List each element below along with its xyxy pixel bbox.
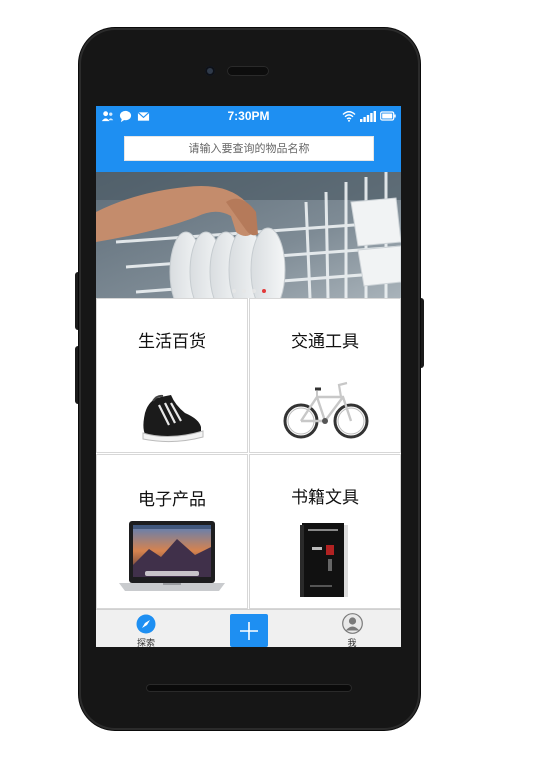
bottom-tab-bar: 探索 我 (96, 609, 401, 647)
tab-me-label: 我 (347, 639, 357, 647)
carousel-dot[interactable] (231, 289, 236, 293)
sneaker-icon (142, 394, 204, 443)
compass-icon (136, 614, 156, 634)
tab-explore-label: 探索 (136, 639, 155, 647)
status-bar: 7:30PM (96, 106, 401, 128)
front-camera (205, 66, 215, 76)
bicycle-icon (283, 381, 369, 439)
category-books-stationery[interactable]: 书籍文具 (249, 454, 401, 609)
bottom-speaker-grille (146, 684, 352, 692)
carousel-dot[interactable] (241, 289, 246, 293)
tab-me[interactable]: 我 (332, 610, 372, 647)
carousel-dot[interactable] (251, 289, 256, 293)
search-input[interactable] (124, 136, 374, 161)
category-grid: 生活百货 交通工具 电子产品 书籍文具 (96, 298, 401, 609)
carousel-dots (96, 289, 401, 293)
carousel-dot-active[interactable] (261, 289, 266, 293)
banner-carousel[interactable] (96, 172, 401, 298)
search-bar (96, 128, 401, 172)
tab-explore[interactable]: 探索 (126, 610, 166, 647)
wifi-icon (342, 111, 356, 122)
book-icon (300, 523, 348, 597)
battery-icon (380, 111, 396, 121)
category-electronics[interactable]: 电子产品 (96, 454, 248, 609)
laptop-icon (119, 521, 225, 591)
app-screen: 7:30PM 请输入要查询的物品名称 生活百货 交通工具 电子产品 书籍文具 探… (96, 106, 401, 647)
earpiece-speaker (227, 66, 269, 76)
category-label: 电子产品 (138, 490, 206, 510)
user-avatar-icon (342, 613, 363, 634)
signal-icon (360, 111, 376, 122)
plus-icon (240, 621, 258, 640)
add-button[interactable] (230, 614, 268, 647)
banner-image (96, 172, 401, 298)
category-daily-goods[interactable]: 生活百货 (96, 298, 248, 453)
category-transportation[interactable]: 交通工具 (249, 298, 401, 453)
status-right-icons (342, 110, 396, 122)
category-label: 书籍文具 (291, 488, 359, 508)
category-label: 生活百货 (138, 332, 206, 352)
category-label: 交通工具 (291, 332, 359, 352)
